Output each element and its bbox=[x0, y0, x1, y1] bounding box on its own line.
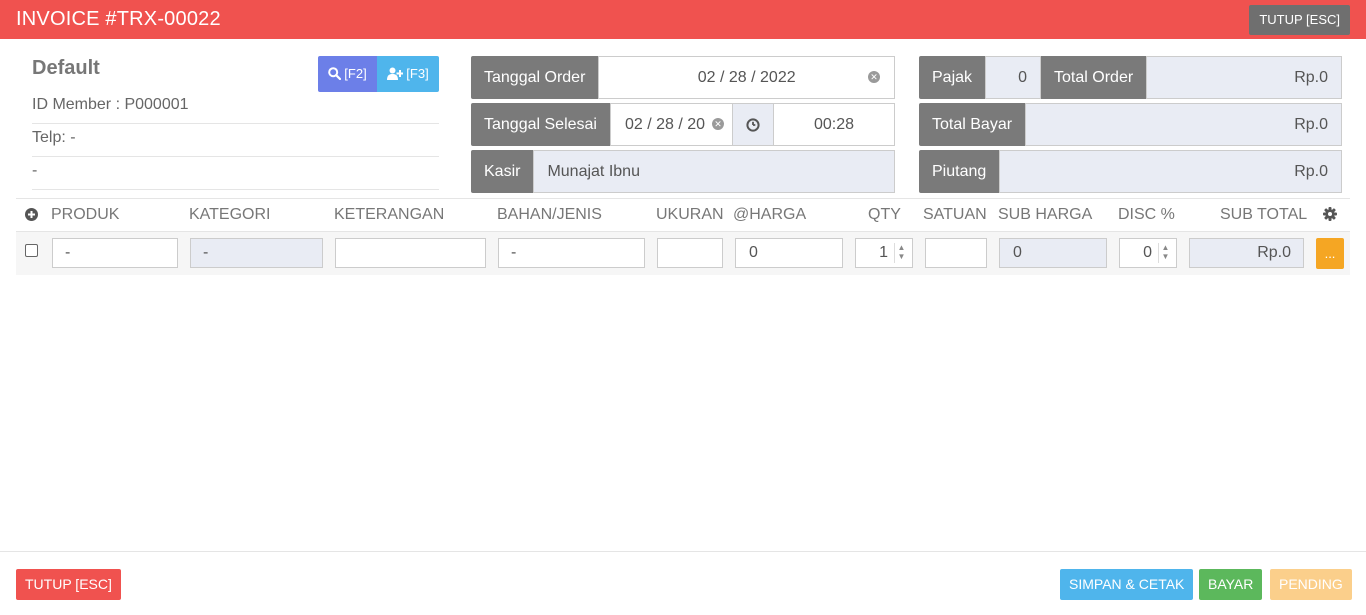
header-bar: INVOICE #TRX-00022 TUTUP [ESC] bbox=[0, 0, 1366, 39]
finish-date-label: Tanggal Selesai bbox=[471, 103, 610, 146]
pending-button[interactable]: PENDING bbox=[1270, 569, 1352, 600]
bahan-input[interactable]: - bbox=[498, 238, 645, 268]
items-table-header: PRODUK KATEGORI KETERANGAN BAHAN/JENIS U… bbox=[16, 198, 1350, 232]
footer-bar: TUTUP [ESC] SIMPAN & CETAK BAYAR PENDING bbox=[0, 551, 1366, 615]
phone-text: Telp: - bbox=[32, 124, 439, 157]
search-icon bbox=[328, 67, 342, 81]
debt-label: Piutang bbox=[919, 150, 1000, 193]
row-options-button[interactable]: ... bbox=[1316, 238, 1344, 269]
qty-input[interactable]: 1 ▲ ▼ bbox=[855, 238, 913, 268]
clock-icon bbox=[746, 117, 760, 132]
member-id-text: ID Member : P000001 bbox=[32, 91, 439, 124]
total-paid-group: Total Bayar Rp.0 bbox=[919, 103, 1342, 146]
kategori-input: - bbox=[190, 238, 323, 268]
disc-value: 0 bbox=[1143, 244, 1152, 261]
col-ukuran: UKURAN bbox=[656, 206, 724, 223]
add-customer-label: [F3] bbox=[406, 66, 429, 81]
finish-date-value: 02 / 28 / 20 bbox=[624, 116, 706, 133]
tax-label: Pajak bbox=[919, 56, 986, 99]
close-top-button[interactable]: TUTUP [ESC] bbox=[1249, 5, 1350, 35]
gear-icon[interactable] bbox=[1323, 207, 1337, 221]
search-customer-button[interactable]: [F2] bbox=[318, 56, 377, 92]
order-date-value: 02 / 28 / 2022 bbox=[697, 69, 796, 86]
col-keterangan: KETERANGAN bbox=[334, 206, 445, 223]
col-disc: DISC % bbox=[1118, 206, 1175, 223]
table-row: - - - 0 1 ▲ ▼ 0 0 ▲ ▼ Rp.0 ... bbox=[16, 232, 1350, 275]
harga-input[interactable]: 0 bbox=[735, 238, 843, 268]
add-user-icon bbox=[387, 67, 404, 80]
col-bahan: BAHAN/JENIS bbox=[497, 206, 602, 223]
sub-total-value: Rp.0 bbox=[1189, 238, 1304, 268]
col-satuan: SATUAN bbox=[923, 206, 987, 223]
search-customer-label: [F2] bbox=[344, 66, 367, 81]
disc-input[interactable]: 0 ▲ ▼ bbox=[1119, 238, 1177, 268]
address-text: - bbox=[32, 157, 439, 190]
col-kategori: KATEGORI bbox=[189, 206, 271, 223]
cashier-label: Kasir bbox=[471, 150, 534, 193]
clock-addon bbox=[732, 103, 773, 146]
clear-date-icon[interactable]: ✕ bbox=[868, 71, 880, 83]
total-order-value: Rp.0 bbox=[1146, 56, 1342, 99]
ukuran-input[interactable] bbox=[657, 238, 723, 268]
finish-date-group: Tanggal Selesai 02 / 28 / 20 ✕ 00:28 bbox=[471, 103, 895, 146]
col-harga: @HARGA bbox=[733, 206, 807, 223]
order-date-label: Tanggal Order bbox=[471, 56, 599, 99]
total-paid-value: Rp.0 bbox=[1025, 103, 1342, 146]
total-order-label: Total Order bbox=[1041, 56, 1147, 99]
col-produk: PRODUK bbox=[51, 206, 120, 223]
disc-spinner[interactable]: ▲ ▼ bbox=[1158, 243, 1172, 263]
col-sub-total: SUB TOTAL bbox=[1220, 206, 1308, 223]
order-date-group: Tanggal Order 02 / 28 / 2022 ✕ bbox=[471, 56, 895, 99]
finish-time-input[interactable]: 00:28 bbox=[772, 103, 895, 146]
col-qty: QTY bbox=[868, 206, 901, 223]
keterangan-input[interactable] bbox=[335, 238, 486, 268]
customer-name: Default bbox=[32, 57, 100, 79]
close-button[interactable]: TUTUP [ESC] bbox=[16, 569, 121, 600]
pay-button[interactable]: BAYAR bbox=[1199, 569, 1263, 600]
satuan-input[interactable] bbox=[925, 238, 987, 268]
sub-harga-input: 0 bbox=[999, 238, 1107, 268]
invoice-title: INVOICE #TRX-00022 bbox=[16, 8, 221, 30]
save-print-button[interactable]: SIMPAN & CETAK bbox=[1060, 569, 1194, 600]
order-date-input[interactable]: 02 / 28 / 2022 ✕ bbox=[598, 56, 895, 99]
debt-group: Piutang Rp.0 bbox=[919, 150, 1342, 193]
totals-group: Pajak 0 Total Order Rp.0 bbox=[919, 56, 1342, 99]
qty-spinner[interactable]: ▲ ▼ bbox=[894, 243, 908, 263]
tax-input[interactable]: 0 bbox=[985, 56, 1042, 99]
cashier-input: Munajat Ibnu bbox=[533, 150, 895, 193]
produk-input[interactable]: - bbox=[52, 238, 178, 268]
cashier-group: Kasir Munajat Ibnu bbox=[471, 150, 895, 193]
debt-value: Rp.0 bbox=[999, 150, 1342, 193]
qty-value: 1 bbox=[879, 244, 888, 261]
clear-finish-date-icon[interactable]: ✕ bbox=[711, 118, 724, 130]
add-row-icon[interactable] bbox=[25, 208, 38, 221]
total-paid-label: Total Bayar bbox=[919, 103, 1026, 146]
col-sub-harga: SUB HARGA bbox=[998, 206, 1093, 223]
add-customer-button[interactable]: [F3] bbox=[377, 56, 439, 92]
finish-date-input[interactable]: 02 / 28 / 20 ✕ bbox=[609, 103, 733, 146]
row-checkbox[interactable] bbox=[25, 244, 38, 257]
